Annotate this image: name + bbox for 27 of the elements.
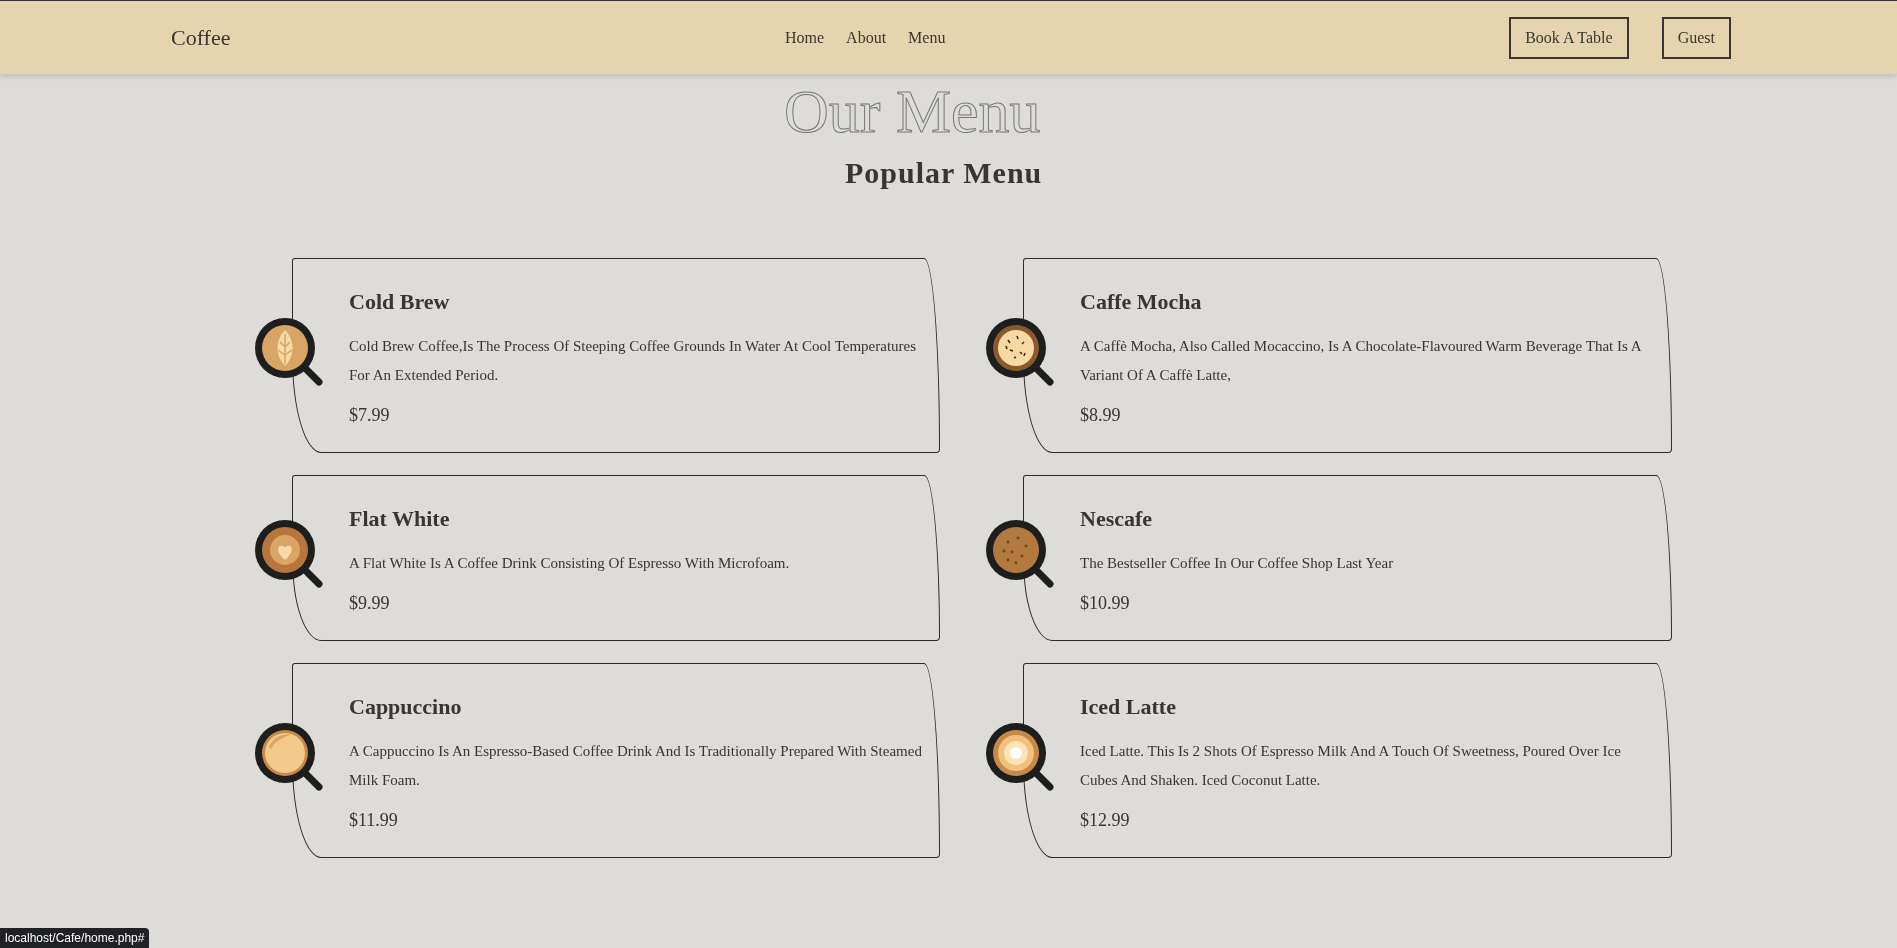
backdrop-heading: Our Menu	[784, 80, 1041, 142]
item-name: Cappuccino	[349, 693, 463, 721]
status-bar-url: localhost/Cafe/home.php#	[0, 928, 150, 948]
item-price: $9.99	[349, 592, 391, 615]
site-logo[interactable]: Coffee	[171, 21, 785, 54]
item-price: $12.99	[1080, 809, 1131, 832]
item-price: $8.99	[1080, 404, 1122, 427]
nav-link[interactable]: About	[846, 25, 887, 50]
item-price: $10.99	[1080, 592, 1131, 615]
item-name: Caffe Mocha	[1080, 288, 1203, 316]
item-description: A Cappuccino Is An Espresso-Based Coffee Drink And Is Traditionally Prepared With Steamed Milk Foam.	[349, 742, 923, 790]
item-name: Nescafe	[1080, 505, 1154, 533]
item-description: The Bestseller Coffee In Our Coffee Shop Last Year	[1080, 554, 1395, 573]
item-price: $7.99	[349, 404, 391, 427]
item-price: $11.99	[349, 809, 399, 832]
item-name: Flat White	[349, 505, 451, 533]
item-description: A Flat White Is A Coffee Drink Consisting Of Espresso With Microfoam.	[349, 554, 791, 573]
item-name: Cold Brew	[349, 288, 451, 316]
header-button[interactable]: Book A Table	[1509, 16, 1629, 59]
header-button[interactable]: Guest	[1661, 16, 1731, 59]
nav-link[interactable]: Home	[785, 25, 825, 50]
section-heading: Popular Menu	[845, 155, 1043, 191]
item-name: Iced Latte	[1080, 693, 1177, 721]
item-description: Cold Brew Coffee,Is The Process Of Steeping Coffee Grounds In Water At Cool Temperatures For An Extended Period.	[349, 337, 918, 385]
nav-link[interactable]: Menu	[908, 25, 946, 50]
item-description: Iced Latte. This Is 2 Shots Of Espresso Milk And A Touch Of Sweetness, Poured Over Ice Cubes And Shaken. Iced Coconut Latte.	[1080, 742, 1622, 790]
item-description: A Caffè Mocha, Also Called Mocaccino, Is A Chocolate-Flavoured Warm Beverage That Is A Variant Of A Caffè Latte,	[1080, 337, 1642, 385]
